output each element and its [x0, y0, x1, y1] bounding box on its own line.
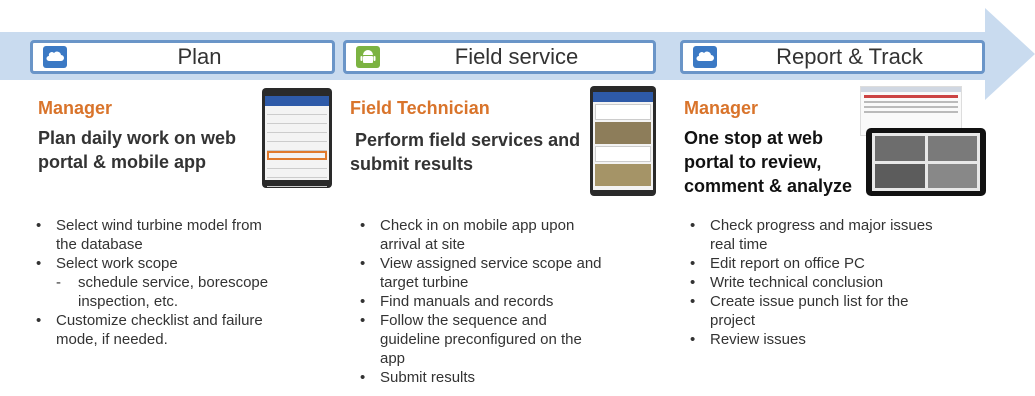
- list-item: Select work scope: [28, 254, 268, 273]
- list-item: Follow the sequence andguideline preconf…: [352, 311, 602, 368]
- list-item: Submit results: [352, 368, 602, 387]
- list-item: Create issue punch list for theproject: [682, 292, 933, 330]
- stage-header-plan: Plan: [30, 40, 335, 74]
- stage-header-field-service: Field service: [343, 40, 656, 74]
- summary-line: comment & analyze: [684, 176, 853, 196]
- list-item: Check progress and major issuesreal time: [682, 216, 933, 254]
- summary-line: Plan daily work on web: [38, 128, 237, 148]
- role-label: Field Technician: [350, 98, 490, 118]
- list-item: Review issues: [682, 330, 933, 349]
- stage-summary: Plan daily work on web portal & mobile a…: [38, 126, 236, 174]
- list-item: View assigned service scope andtarget tu…: [352, 254, 602, 292]
- task-list-field-service: Check in on mobile app uponarrival at si…: [352, 216, 602, 387]
- list-item: Customize checklist and failuremode, if …: [28, 311, 268, 349]
- list-item: Check in on mobile app uponarrival at si…: [352, 216, 602, 254]
- task-list-plan: Select wind turbine model fromthe databa…: [28, 216, 268, 349]
- list-item: Edit report on office PC: [682, 254, 933, 273]
- summary-line: portal to review,: [684, 152, 822, 172]
- list-item: Write technical conclusion: [682, 273, 933, 292]
- task-list-report-track: Check progress and major issuesreal time…: [682, 216, 933, 349]
- list-item: Select wind turbine model fromthe databa…: [28, 216, 268, 254]
- summary-line: portal & mobile app: [38, 152, 207, 172]
- list-item: Find manuals and records: [352, 292, 602, 311]
- cloud-icon: [43, 46, 67, 68]
- summary-line: submit results: [350, 154, 474, 174]
- stage-title: Field service: [454, 44, 579, 69]
- stage-title: Plan: [177, 44, 222, 69]
- summary-line: Perform field services and: [350, 130, 581, 150]
- mobile-inspection-screenshot: [590, 86, 656, 196]
- list-subitem: schedule service, borescopeinspection, e…: [28, 273, 268, 311]
- tablet-review-screenshot: [866, 128, 986, 196]
- stage-header-report-track: Report & Track: [680, 40, 985, 74]
- stage-summary: One stop at web portal to review, commen…: [684, 126, 852, 198]
- summary-line: One stop at web: [684, 128, 824, 148]
- android-icon: [356, 46, 380, 68]
- role-label: Manager: [684, 98, 759, 118]
- role-label: Manager: [38, 98, 113, 118]
- stage-title: Report & Track: [776, 44, 923, 69]
- cloud-icon: [693, 46, 717, 68]
- mobile-checklist-screenshot: [262, 88, 332, 188]
- stage-summary: Perform field services and submit result…: [350, 128, 580, 176]
